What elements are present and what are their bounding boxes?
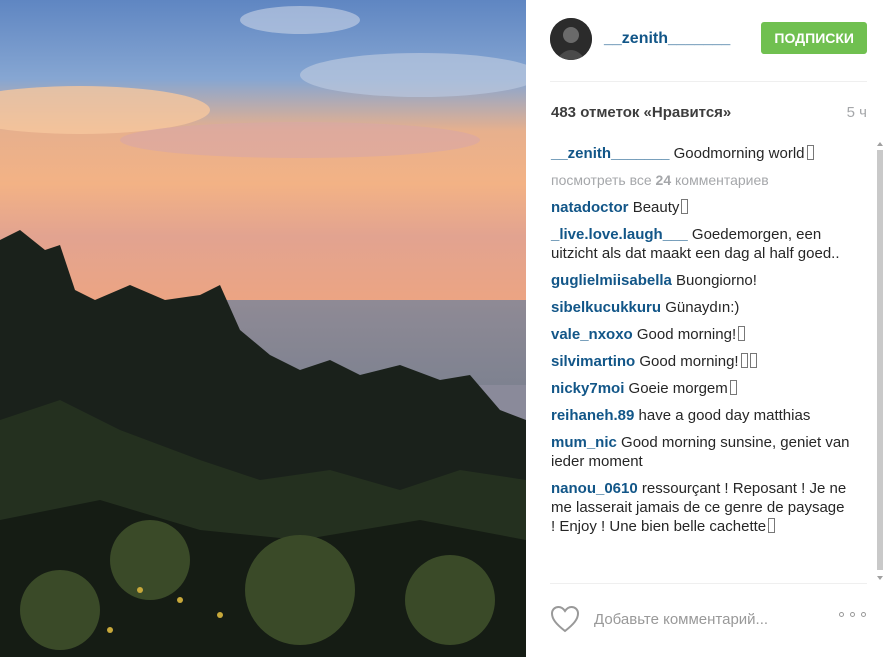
divider <box>550 583 867 584</box>
view-all-comments-link[interactable]: посмотреть все 24 комментариев <box>551 171 851 190</box>
post-photo[interactable] <box>0 0 526 657</box>
view-all-suffix: комментариев <box>675 172 769 188</box>
emoji-glyph <box>768 518 776 533</box>
post-header: __zenith_______ ПОДПИСКИ <box>550 18 867 64</box>
post-side-panel: __zenith_______ ПОДПИСКИ 483 отметок «Нр… <box>526 0 885 657</box>
comment-text: Beauty <box>632 199 680 216</box>
emoji-glyph <box>740 353 748 368</box>
avatar[interactable] <box>550 18 592 60</box>
caption: __zenith_______ Goodmorning world <box>551 144 851 163</box>
emoji-glyph <box>729 380 737 395</box>
comment-item: nicky7moi Goeie morgem <box>551 379 851 398</box>
scroll-thumb[interactable] <box>877 150 883 570</box>
post-time[interactable]: 5 ч <box>847 104 867 121</box>
caption-username[interactable]: __zenith_______ <box>551 145 669 162</box>
add-comment-input[interactable] <box>592 607 816 631</box>
comment-username[interactable]: mum_nic <box>551 434 617 451</box>
comment-item: mum_nic Good morning sunsine, geniet van… <box>551 433 851 471</box>
comment-item: guglielmiisabella Buongiorno! <box>551 271 851 290</box>
comment-username[interactable]: natadoctor <box>551 199 629 216</box>
comment-footer <box>550 603 867 635</box>
comments-scrollbar[interactable] <box>877 140 885 582</box>
comment-username[interactable]: nanou_0610 <box>551 480 638 497</box>
ellipsis-icon[interactable] <box>839 610 867 620</box>
comment-item: vale_nxoxo Good morning! <box>551 325 851 344</box>
divider <box>550 81 867 82</box>
comment-text: Good morning! <box>636 326 737 343</box>
comment-username[interactable]: silvimartino <box>551 353 635 370</box>
emoji-glyph <box>749 353 757 368</box>
heart-outline-icon[interactable] <box>550 605 580 638</box>
emoji-glyph <box>806 145 814 160</box>
comment-text: Günaydın:) <box>665 299 740 316</box>
comment-username[interactable]: reihaneh.89 <box>551 407 634 424</box>
comment-item: natadoctor Beauty <box>551 198 851 217</box>
emoji-glyph <box>738 326 746 341</box>
comment-username[interactable]: sibelkucukkuru <box>551 299 661 316</box>
emoji-glyph <box>681 199 689 214</box>
comment-item: sibelkucukkuru Günaydın:) <box>551 298 851 317</box>
comment-text: Goeie morgem <box>628 380 728 397</box>
comment-text: Good morning! <box>639 353 739 370</box>
comment-text: Buongiorno! <box>676 272 757 289</box>
author-username[interactable]: __zenith_______ <box>604 30 730 48</box>
view-all-prefix: посмотреть все <box>551 172 652 188</box>
caption-text: Goodmorning world <box>673 145 805 162</box>
scroll-up-icon[interactable] <box>877 142 883 146</box>
comment-item: nanou_0610 ressourçant ! Reposant ! Je n… <box>551 479 851 536</box>
comment-item: silvimartino Good morning! <box>551 352 851 371</box>
likes-count[interactable]: 483 отметок «Нравится» <box>551 104 731 121</box>
comment-username[interactable]: guglielmiisabella <box>551 272 672 289</box>
comment-text: have a good day matthias <box>638 407 811 424</box>
comment-username[interactable]: nicky7moi <box>551 380 624 397</box>
likes-row: 483 отметок «Нравится» 5 ч <box>551 104 867 124</box>
comment-item: reihaneh.89 have a good day matthias <box>551 406 851 425</box>
comment-username[interactable]: vale_nxoxo <box>551 326 633 343</box>
follow-button[interactable]: ПОДПИСКИ <box>761 22 867 54</box>
comment-item: _live.love.laugh___ Goedemorgen, een uit… <box>551 225 851 263</box>
scroll-down-icon[interactable] <box>877 576 883 580</box>
comment-username[interactable]: _live.love.laugh___ <box>551 226 688 243</box>
comment-count: 24 <box>655 172 672 188</box>
comment-list: __zenith_______ Goodmorning world посмот… <box>551 144 851 544</box>
